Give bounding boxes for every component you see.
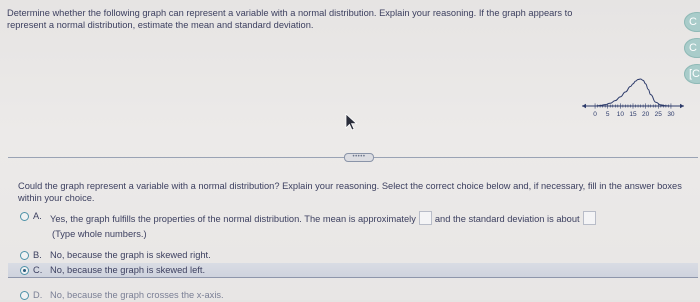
choice-b-letter: B. [33,250,42,260]
choice-d-letter: D. [33,290,43,300]
side-button-1[interactable]: C [684,12,700,32]
choice-b-text: No, because the graph is skewed right. [50,250,211,260]
x-axis-left-arrow-icon [582,103,586,109]
x-tick-label: 5 [606,111,610,118]
choice-a-letter: A. [33,211,42,221]
choice-c-letter: C. [33,265,43,275]
x-tick-label: 10 [617,111,625,118]
x-tick-label: 20 [642,111,650,118]
x-tick-label: 25 [655,111,663,118]
radio-d[interactable] [20,291,29,300]
mouse-cursor-icon [345,113,358,131]
x-tick-label: 15 [629,111,637,118]
radio-a[interactable] [20,212,29,221]
choice-a-text-2: and the standard deviation is about [434,214,580,224]
question-page: Determine whether the following graph ca… [0,0,700,300]
choice-c-text: No, because the graph is skewed left. [50,265,206,275]
choice-a-text: Yes, the graph fulfills the properties o… [50,214,416,224]
choice-a-hint: (Type whole numbers.) [52,229,147,239]
mean-answer-box[interactable] [418,211,432,225]
side-button-2[interactable]: C [684,38,700,58]
choice-d-text: No, because the graph crosses the x-axis… [50,290,224,300]
distribution-curve [595,78,676,107]
x-tick-label: 30 [667,111,675,118]
x-axis-right-arrow-icon [680,103,684,109]
distribution-graph: 0 5 10 15 20 25 30 [582,78,684,118]
choice-prompt: Could the graph represent a variable wit… [18,181,682,203]
choice-c[interactable]: C. No, because the graph is skewed left. [20,265,320,277]
sd-answer-box[interactable] [582,211,596,225]
choice-b[interactable]: B. No, because the graph is skewed right… [20,250,320,262]
x-tick-label: 0 [593,111,597,118]
radio-b[interactable] [20,251,29,260]
question-text: Determine whether the following graph ca… [7,8,573,30]
choice-a[interactable]: A. Yes, the graph fulfills the propertie… [20,211,660,225]
radio-c-selected[interactable] [20,266,29,275]
choice-d[interactable]: D. No, because the graph crosses the x-a… [20,290,320,302]
expand-toggle[interactable]: ••••• [344,153,374,162]
